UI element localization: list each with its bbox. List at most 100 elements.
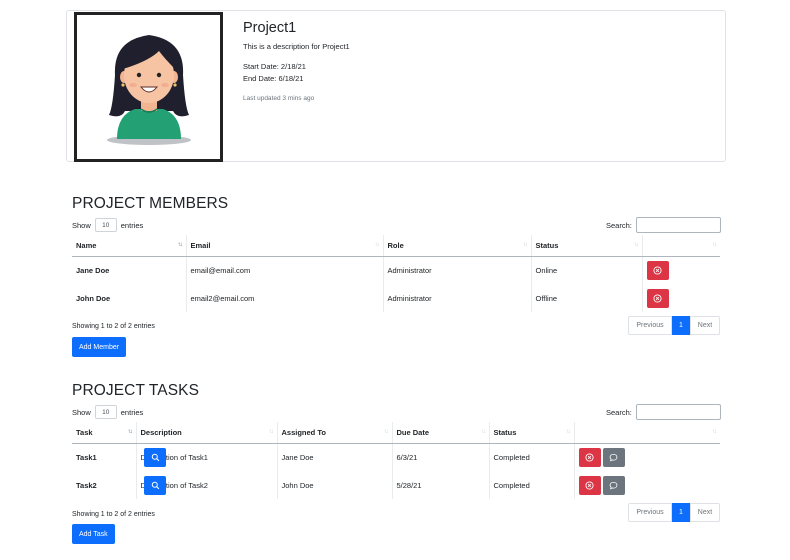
sort-icon: ↑↓ — [127, 429, 133, 436]
project-card: Project1 This is a description for Proje… — [66, 10, 726, 162]
table-row: Jane Doe email@email.com Administrator O… — [72, 256, 720, 284]
column-header-task[interactable]: Task ↑↓ — [72, 422, 137, 444]
sort-icon: ↑↓ — [268, 429, 274, 436]
task-actions — [144, 443, 720, 471]
column-header-status[interactable]: Status ↑↓ — [531, 235, 643, 257]
sort-icon: ↑↓ — [712, 429, 717, 436]
member-name: John Doe — [72, 284, 187, 312]
tasks-heading: PROJECT TASKS — [72, 382, 200, 399]
tasks-search: Search: — [606, 404, 721, 420]
members-search: Search: — [606, 217, 721, 233]
member-status: Offline — [531, 284, 643, 312]
project-description: This is a description for Project1 — [243, 42, 350, 51]
task-due-date: 5/28/21 — [392, 471, 490, 499]
view-task-button[interactable] — [144, 447, 166, 467]
end-date: End Date: 6/18/21 — [243, 74, 304, 83]
page-1-button[interactable]: 1 — [672, 503, 690, 522]
previous-page-button[interactable]: Previous — [628, 503, 672, 522]
tasks-length-control: Show 10 entries — [72, 405, 143, 419]
column-header-name[interactable]: Name ↑↓ — [72, 235, 187, 257]
sort-icon: ↑↓ — [374, 242, 380, 249]
table-row: Task1 Description of Task1 Jane Doe 6/3/… — [72, 443, 720, 471]
members-search-input[interactable] — [635, 217, 721, 233]
last-updated: Last updated 3 mins ago — [243, 95, 315, 102]
remove-member-button[interactable] — [646, 260, 669, 280]
sort-icon: ↑↓ — [522, 242, 528, 249]
search-icon — [151, 453, 159, 462]
delete-task-button[interactable] — [578, 475, 601, 495]
avatar-illustration — [107, 35, 191, 145]
members-heading: PROJECT MEMBERS — [72, 195, 229, 212]
next-page-button[interactable]: Next — [690, 316, 720, 335]
close-circle-icon — [585, 480, 594, 490]
show-label: Show — [72, 220, 91, 230]
remove-member-button[interactable] — [646, 288, 669, 308]
task-name: Task2 — [72, 471, 137, 499]
column-header-status[interactable]: Status ↑↓ — [489, 422, 575, 444]
add-task-button[interactable]: Add Task — [72, 524, 115, 544]
close-circle-icon — [585, 453, 594, 462]
chat-icon — [609, 481, 618, 489]
column-header-role[interactable]: Role ↑↓ — [383, 235, 532, 257]
tasks-length-select[interactable]: 10 — [94, 405, 117, 419]
member-actions — [642, 284, 720, 312]
search-label: Search: — [606, 220, 632, 230]
search-label: Search: — [606, 407, 632, 417]
start-date: Start Date: 2/18/21 — [243, 62, 306, 71]
task-status: Completed — [489, 443, 575, 471]
project-dates: Start Date: 2/18/21 End Date: 6/18/21 — [243, 61, 306, 85]
member-actions — [642, 256, 720, 284]
column-header-due-date[interactable]: Due Date ↑↓ — [392, 422, 490, 444]
task-assigned-to: John Doe — [277, 471, 393, 499]
tasks-table: Task ↑↓ Description ↑↓ Assigned To ↑↓ Due D… — [72, 422, 720, 499]
tasks-search-input[interactable] — [635, 404, 721, 420]
column-header-description[interactable]: Description ↑↓ — [136, 422, 278, 444]
comment-task-button[interactable] — [602, 447, 625, 467]
task-status: Completed — [489, 471, 575, 499]
delete-task-button[interactable] — [578, 447, 601, 467]
members-table: Name ↑↓ Email ↑↓ Role ↑↓ Status ↑↓ ↑↓ Jane D… — [72, 235, 720, 312]
project-title: Project1 — [243, 20, 297, 36]
sort-icon: ↑↓ — [177, 242, 183, 249]
show-label: Show — [72, 407, 91, 417]
page-1-button[interactable]: 1 — [672, 316, 690, 335]
previous-page-button[interactable]: Previous — [628, 316, 672, 335]
close-circle-icon — [653, 266, 662, 275]
tasks-table-info: Showing 1 to 2 of 2 entries — [72, 511, 155, 518]
column-header-email[interactable]: Email ↑↓ — [186, 235, 384, 257]
next-page-button[interactable]: Next — [690, 503, 720, 522]
members-table-info: Showing 1 to 2 of 2 entries — [72, 323, 155, 330]
sort-icon: ↑↓ — [565, 429, 571, 436]
member-role: Administrator — [383, 256, 532, 284]
members-length-select[interactable]: 10 — [94, 218, 117, 232]
entries-label: entries — [120, 220, 144, 230]
tasks-pagination: Previous 1 Next — [628, 503, 720, 522]
add-member-button[interactable]: Add Member — [72, 337, 127, 357]
member-status: Online — [531, 256, 643, 284]
column-header-assigned-to[interactable]: Assigned To ↑↓ — [277, 422, 393, 444]
project-avatar — [74, 12, 223, 162]
sort-icon: ↑↓ — [480, 429, 486, 436]
close-circle-icon — [653, 293, 662, 303]
view-task-button[interactable] — [144, 475, 166, 495]
task-name: Task1 — [72, 443, 137, 471]
members-pagination: Previous 1 Next — [628, 316, 720, 335]
member-role: Administrator — [383, 284, 532, 312]
member-email: email@email.com — [186, 256, 384, 284]
sort-icon: ↑↓ — [383, 429, 389, 436]
search-icon — [151, 481, 159, 489]
comment-task-button[interactable] — [602, 475, 625, 495]
entries-label: entries — [120, 407, 144, 417]
table-row: John Doe email2@email.com Administrator … — [72, 284, 720, 312]
task-due-date: 6/3/21 — [392, 443, 490, 471]
task-assigned-to: Jane Doe — [277, 443, 393, 471]
member-name: Jane Doe — [72, 256, 187, 284]
column-header-actions[interactable]: ↑↓ — [574, 422, 720, 444]
sort-icon: ↑↓ — [712, 242, 717, 249]
task-actions — [144, 471, 720, 499]
sort-icon: ↑↓ — [633, 242, 639, 249]
members-length-control: Show 10 entries — [72, 218, 143, 232]
member-email: email2@email.com — [186, 284, 384, 312]
column-header-actions[interactable]: ↑↓ — [642, 235, 720, 257]
table-row: Task2 Description of Task2 John Doe 5/28… — [72, 471, 720, 499]
